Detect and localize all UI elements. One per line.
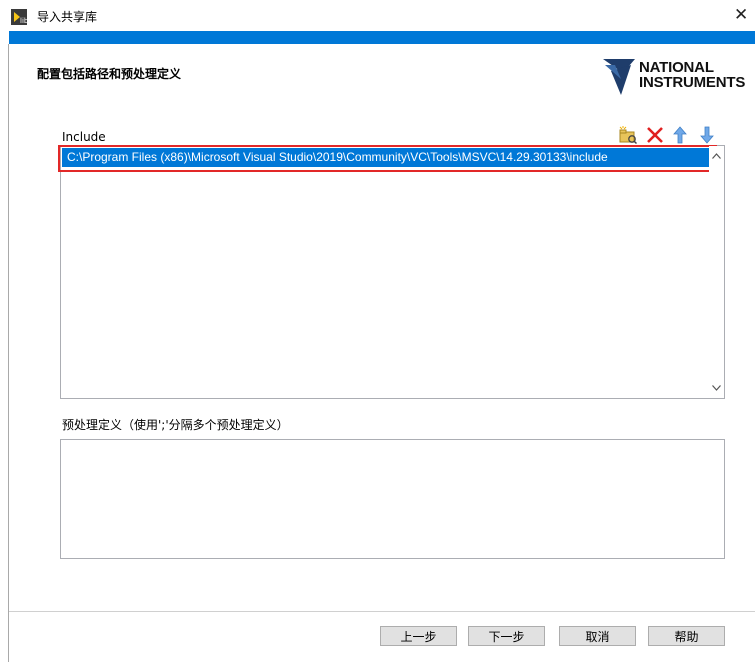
close-icon[interactable]: ✕ [734,5,748,25]
title-bar: lib 导入共享库 ✕ [0,0,755,31]
svg-text:lib: lib [20,17,27,25]
header-accent-bar [9,31,755,44]
include-label: Include [62,130,106,144]
list-item[interactable]: C:\Program Files (x86)\Microsoft Visual … [62,148,709,167]
window-left-border [8,44,9,662]
national-instruments-logo: NATIONAL INSTRUMENTS [601,57,755,97]
cancel-button[interactable]: 取消 [559,626,636,646]
include-path-list[interactable]: C:\Program Files (x86)\Microsoft Visual … [60,145,725,399]
include-list-scrollbar[interactable] [709,146,724,398]
page-title: 配置包括路径和预处理定义 [37,67,182,81]
move-down-arrow-icon[interactable] [697,125,717,145]
logo-line-2: INSTRUMENTS [639,74,746,91]
preprocessor-label: 预处理定义（使用';'分隔多个预处理定义） [62,418,289,432]
new-path-folder-icon[interactable] [617,125,637,145]
scroll-down-icon[interactable] [709,380,724,396]
next-button[interactable]: 下一步 [468,626,545,646]
scroll-up-icon[interactable] [709,148,724,164]
back-button[interactable]: 上一步 [380,626,457,646]
help-button[interactable]: 帮助 [648,626,725,646]
logo-line-1: NATIONAL [639,59,714,76]
footer-divider [9,611,755,612]
app-icon: lib [11,9,27,25]
window-title: 导入共享库 [37,10,98,24]
delete-x-icon[interactable] [645,125,665,145]
preprocessor-definitions-field[interactable] [60,439,725,559]
move-up-arrow-icon[interactable] [670,125,690,145]
